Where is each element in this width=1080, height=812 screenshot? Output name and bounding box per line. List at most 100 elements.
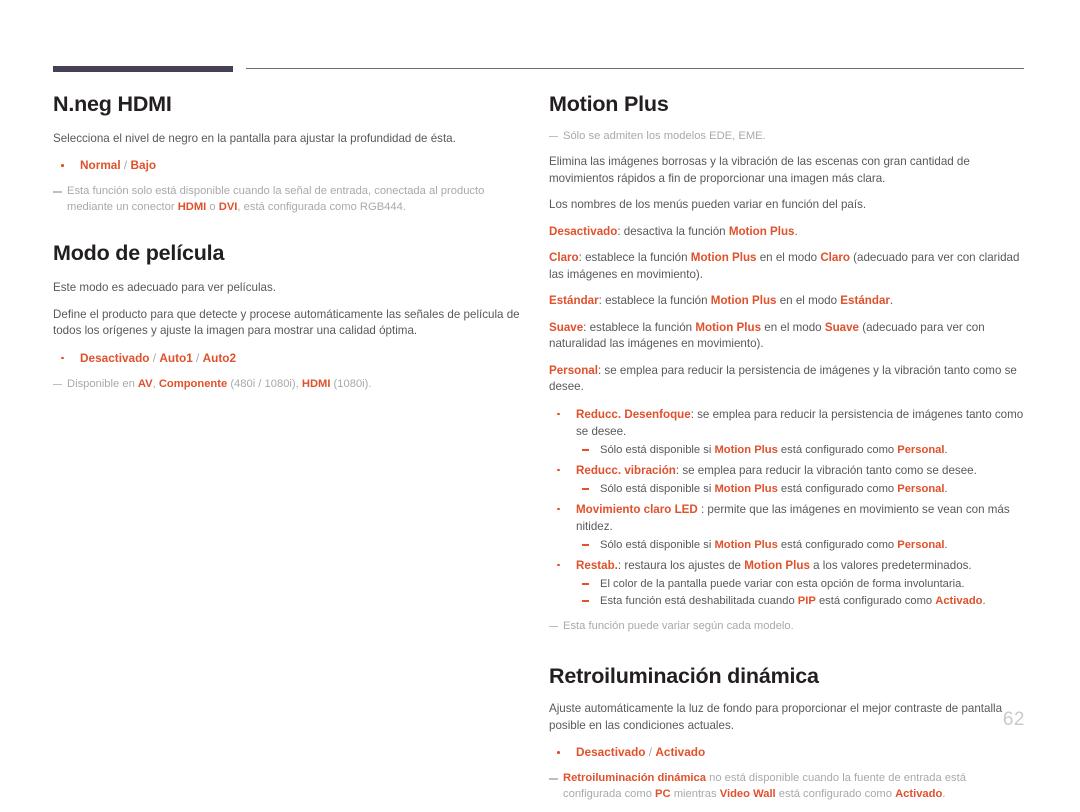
- item-term-motion-plus: Motion Plus: [744, 558, 810, 572]
- list-item: Reducc. vibración: se emplea para reduci…: [549, 462, 1024, 497]
- item-text: : se emplea para reducir la vibración ta…: [675, 463, 977, 477]
- sub-term-motion-plus: Motion Plus: [714, 538, 778, 551]
- section-title-nneg-hdmi: N.neg HDMI: [53, 92, 172, 116]
- list-item: Desactivado / Auto1 / Auto2: [53, 350, 528, 367]
- nneg-hdmi-options-list: Normal / Bajo: [53, 157, 528, 174]
- sub-text: Sólo está disponible si: [600, 443, 715, 456]
- list-item: Desactivado / Activado: [549, 744, 1024, 761]
- sub-text: .: [944, 538, 948, 551]
- item-text: a los valores predeterminados.: [809, 558, 972, 572]
- item-text: : restaura los ajustes de: [617, 558, 745, 572]
- note-term-activado: Activado: [895, 787, 943, 800]
- option-bajo: Bajo: [130, 158, 157, 173]
- list-item: Sólo está disponible si Motion Plus está…: [576, 442, 1024, 458]
- left-column: N.neg HDMI Selecciona el nivel de negro …: [53, 92, 528, 402]
- option-separator: /: [645, 745, 656, 760]
- sub-term-motion-plus: Motion Plus: [714, 482, 778, 495]
- motion-plus-para2: Los nombres de los menús pueden variar e…: [549, 198, 867, 212]
- list-item: Sólo está disponible si Motion Plus está…: [576, 481, 1024, 497]
- mode-term: Suave: [549, 320, 584, 334]
- option-auto2: Auto2: [202, 350, 237, 365]
- mode-text: : desactiva la función: [617, 224, 729, 238]
- mode-text: : establece la función: [583, 320, 696, 334]
- note-text: mientras: [670, 787, 720, 800]
- mode-text: en el modo: [761, 320, 825, 334]
- note-text: (480i / 1080i),: [227, 377, 302, 390]
- sub-term-motion-plus: Motion Plus: [714, 443, 778, 456]
- sub-text: está configurado como: [777, 538, 898, 551]
- sub-note-list: Sólo está disponible si Motion Plus está…: [576, 442, 1024, 458]
- note-term-dvi: DVI: [218, 200, 238, 213]
- note-text: , está configurada como RGB444.: [237, 200, 406, 213]
- sub-text: .: [944, 482, 948, 495]
- nneg-hdmi-note: Esta función solo está disponible cuando…: [53, 184, 528, 215]
- sub-text: Esta función está deshabilitada cuando: [600, 594, 798, 607]
- list-item: El color de la pantalla puede variar con…: [576, 576, 1024, 592]
- sub-text: .: [982, 594, 986, 607]
- item-term-movimiento-claro-led: Movimiento claro LED: [576, 502, 698, 516]
- header-thin-rule: [246, 68, 1024, 69]
- note-term-componente: Componente: [158, 377, 228, 390]
- note-text: o: [206, 200, 219, 213]
- item-term-restab: Restab.: [576, 558, 618, 572]
- sub-term-pip: PIP: [797, 594, 816, 607]
- modo-pelicula-para2: Define el producto para que detecte y pr…: [53, 307, 520, 338]
- modo-pelicula-note: Disponible en AV, Componente (480i / 108…: [53, 377, 528, 393]
- page-number: 62: [1002, 709, 1025, 730]
- sub-text: Sólo está disponible si: [600, 538, 715, 551]
- option-normal: Normal: [80, 158, 121, 173]
- sub-text: está configurado como: [777, 482, 898, 495]
- modo-pelicula-options-list: Desactivado / Auto1 / Auto2: [53, 350, 528, 367]
- note-term-video-wall: Video Wall: [719, 787, 776, 800]
- option-desactivado: Desactivado: [576, 745, 646, 760]
- mode-term: Claro: [549, 251, 579, 265]
- mode-text: .: [889, 294, 894, 308]
- mode-text: : establece la función: [598, 294, 711, 308]
- mode-term-suave: Suave: [824, 320, 860, 334]
- note-term-hdmi: HDMI: [301, 377, 331, 390]
- manual-page: N.neg HDMI Selecciona el nivel de negro …: [0, 0, 1080, 800]
- retroiluminacion-para1: Ajuste automáticamente la luz de fondo p…: [549, 702, 1003, 732]
- mode-text: : establece la función: [578, 251, 691, 265]
- list-item: Sólo está disponible si Motion Plus está…: [576, 537, 1024, 553]
- option-separator: /: [192, 350, 203, 365]
- sub-term-personal: Personal: [897, 443, 945, 456]
- mode-term: Desactivado: [549, 224, 618, 238]
- motion-plus-mode-estandar: Estándar: establece la función Motion Pl…: [549, 293, 1024, 310]
- mode-text: .: [794, 224, 798, 238]
- sub-text: está configurado como: [777, 443, 898, 456]
- list-item: Esta función está deshabilitada cuando P…: [576, 593, 1024, 609]
- mode-term-motion-plus: Motion Plus: [728, 224, 795, 238]
- mode-term-claro: Claro: [820, 251, 850, 265]
- mode-text: en el modo: [776, 294, 841, 308]
- motion-plus-para1: Elimina las imágenes borrosas y la vibra…: [549, 155, 970, 185]
- sub-text: Sólo está disponible si: [600, 482, 715, 495]
- note-term-av: AV: [137, 377, 153, 390]
- section-title-retroiluminacion-dinamica: Retroiluminación dinámica: [549, 664, 819, 689]
- mode-term: Personal: [549, 363, 598, 377]
- nneg-hdmi-intro: Selecciona el nivel de negro en la panta…: [53, 131, 456, 145]
- list-item: Normal / Bajo: [53, 157, 528, 174]
- header-accent-bar: [53, 66, 233, 72]
- sub-note-list: El color de la pantalla puede variar con…: [576, 576, 1024, 609]
- option-separator: /: [120, 158, 131, 173]
- note-text: .: [942, 787, 946, 800]
- right-column: Motion Plus Sólo se admiten los modelos …: [549, 92, 1024, 812]
- option-activado: Activado: [655, 745, 706, 760]
- sub-note-list: Sólo está disponible si Motion Plus está…: [576, 481, 1024, 497]
- motion-plus-note-bottom: Esta función puede variar según cada mod…: [549, 619, 1024, 635]
- mode-term-motion-plus: Motion Plus: [695, 320, 762, 334]
- list-item: Movimiento claro LED : permite que las i…: [549, 501, 1024, 553]
- mode-term-motion-plus: Motion Plus: [710, 294, 777, 308]
- mode-text: en el modo: [756, 251, 821, 265]
- motion-plus-mode-desactivado: Desactivado: desactiva la función Motion…: [549, 224, 1024, 241]
- motion-plus-mode-suave: Suave: establece la función Motion Plus …: [549, 320, 1024, 353]
- note-text: (1080i).: [330, 377, 372, 390]
- item-term-reducc-desenfoque: Reducc. Desenfoque: [576, 407, 691, 421]
- sub-term-personal: Personal: [897, 482, 945, 495]
- motion-plus-personal-items: Reducc. Desenfoque : se emplea para reduc…: [549, 406, 1024, 609]
- page-header-rule: [53, 64, 1024, 78]
- sub-term-activado: Activado: [935, 594, 983, 607]
- modo-pelicula-para1: Este modo es adecuado para ver películas…: [53, 281, 276, 295]
- note-term-retroiluminacion: Retroiluminación dinámica: [563, 772, 706, 785]
